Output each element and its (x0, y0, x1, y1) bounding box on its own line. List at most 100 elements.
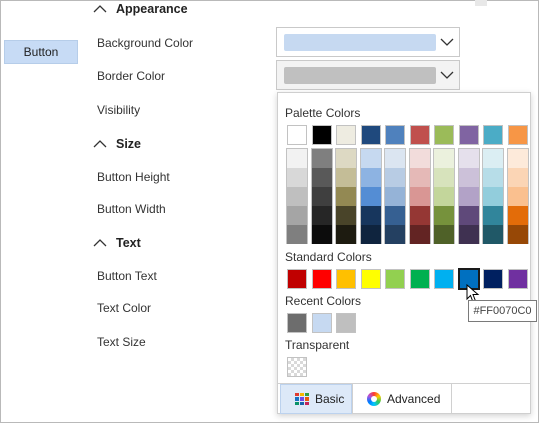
palette-color-swatch[interactable] (409, 125, 430, 145)
standard-color-swatch[interactable] (311, 269, 332, 289)
recent-color-swatch[interactable] (287, 313, 307, 333)
palette-shade-swatch[interactable] (360, 206, 381, 225)
property-text-color-label: Text Color (97, 301, 152, 315)
sidebar-button-label: Button (23, 45, 59, 59)
palette-shade-swatch[interactable] (458, 187, 479, 206)
palette-shade-swatch[interactable] (311, 225, 332, 244)
palette-shade-swatch[interactable] (385, 206, 405, 225)
palette-color-swatch[interactable] (360, 125, 381, 145)
scrollbar[interactable] (475, 0, 487, 6)
section-size-label: Size (116, 137, 142, 151)
tab-basic[interactable]: Basic (280, 384, 352, 414)
palette-shade-swatch[interactable] (287, 187, 307, 206)
palette-shade-swatch[interactable] (409, 149, 430, 168)
chevron-down-icon[interactable] (440, 37, 454, 47)
palette-shade-swatch[interactable] (434, 187, 454, 206)
palette-shade-swatch[interactable] (336, 149, 356, 168)
standard-color-swatch[interactable] (360, 269, 381, 289)
palette-shade-swatch[interactable] (507, 206, 528, 225)
property-button-text-label: Button Text (97, 269, 157, 283)
palette-shade-swatch[interactable] (409, 187, 430, 206)
palette-shade-swatch[interactable] (483, 149, 503, 168)
standard-colors-label: Standard Colors (285, 250, 372, 264)
palette-shade-swatch[interactable] (385, 225, 405, 244)
palette-color-swatch[interactable] (311, 125, 332, 145)
palette-shade-swatch[interactable] (507, 225, 528, 244)
palette-shade-swatch[interactable] (409, 168, 430, 187)
standard-color-swatch[interactable] (483, 269, 503, 289)
palette-shade-swatch[interactable] (311, 206, 332, 225)
chevron-up-icon (93, 5, 107, 13)
palette-shade-swatch[interactable] (287, 225, 307, 244)
section-text-header[interactable]: Text (92, 236, 141, 250)
palette-shade-swatch[interactable] (434, 168, 454, 187)
palette-shade-swatch[interactable] (458, 149, 479, 168)
palette-shade-swatch[interactable] (385, 149, 405, 168)
palette-colors-label: Palette Colors (285, 106, 361, 120)
background-color-swatch (284, 34, 436, 51)
palette-shade-swatch[interactable] (483, 168, 503, 187)
palette-shade-swatch[interactable] (336, 225, 356, 244)
palette-shade-swatch[interactable] (360, 149, 381, 168)
palette-shade-swatch[interactable] (409, 225, 430, 244)
standard-color-swatch[interactable] (336, 269, 356, 289)
recent-color-swatch[interactable] (336, 313, 356, 333)
standard-color-swatch[interactable] (434, 269, 454, 289)
palette-shade-swatch[interactable] (336, 187, 356, 206)
palette-shade-swatch[interactable] (336, 206, 356, 225)
palette-shade-swatch[interactable] (360, 168, 381, 187)
palette-shade-swatch[interactable] (507, 187, 528, 206)
palette-shade-swatch[interactable] (287, 206, 307, 225)
palette-color-swatch[interactable] (385, 125, 405, 145)
palette-color-swatch[interactable] (507, 125, 528, 145)
section-appearance-label: Appearance (116, 2, 188, 16)
palette-shade-swatch[interactable] (458, 168, 479, 187)
palette-shade-swatch[interactable] (434, 206, 454, 225)
sidebar-button-item[interactable]: Button (4, 40, 78, 64)
tab-advanced[interactable]: Advanced (352, 384, 452, 414)
recent-colors-label: Recent Colors (285, 294, 362, 308)
standard-color-swatch[interactable] (385, 269, 405, 289)
palette-shade-swatch[interactable] (483, 206, 503, 225)
recent-color-swatch[interactable] (311, 313, 332, 333)
palette-color-swatch[interactable] (287, 125, 307, 145)
transparent-swatch[interactable] (287, 357, 307, 377)
color-picker-popup: Palette Colors Standard Colors Recent Co… (277, 92, 531, 414)
palette-color-swatch[interactable] (483, 125, 503, 145)
palette-shade-swatch[interactable] (434, 225, 454, 244)
palette-color-swatch[interactable] (336, 125, 356, 145)
palette-shade-swatch[interactable] (336, 168, 356, 187)
palette-shade-swatch[interactable] (360, 187, 381, 206)
palette-shade-swatch[interactable] (311, 168, 332, 187)
section-text-label: Text (116, 236, 141, 250)
property-border-color-label: Border Color (97, 69, 166, 83)
palette-shade-swatch[interactable] (287, 168, 307, 187)
palette-shade-swatch[interactable] (287, 149, 307, 168)
standard-color-swatch[interactable] (507, 269, 528, 289)
palette-shade-swatch[interactable] (483, 187, 503, 206)
palette-shade-swatch[interactable] (385, 187, 405, 206)
palette-shade-swatch[interactable] (311, 187, 332, 206)
palette-shade-swatch[interactable] (360, 225, 381, 244)
palette-color-swatch[interactable] (458, 125, 479, 145)
palette-shade-swatch[interactable] (507, 149, 528, 168)
standard-color-swatch[interactable] (287, 269, 307, 289)
property-button-width-label: Button Width (97, 202, 166, 216)
palette-shade-swatch[interactable] (458, 225, 479, 244)
section-appearance-header[interactable]: Appearance (92, 2, 188, 16)
palette-shade-swatch[interactable] (434, 149, 454, 168)
palette-color-swatch[interactable] (434, 125, 454, 145)
section-size-header[interactable]: Size (92, 137, 141, 151)
transparent-label: Transparent (285, 338, 350, 352)
palette-shade-swatch[interactable] (507, 168, 528, 187)
palette-shade-swatch[interactable] (483, 225, 503, 244)
palette-shade-swatch[interactable] (311, 149, 332, 168)
border-color-combo[interactable] (276, 60, 460, 90)
palette-shade-swatch[interactable] (409, 206, 430, 225)
palette-shade-swatch[interactable] (385, 168, 405, 187)
palette-shade-swatch[interactable] (458, 206, 479, 225)
standard-color-swatch[interactable] (409, 269, 430, 289)
chevron-down-icon[interactable] (440, 70, 454, 80)
tab-advanced-label: Advanced (387, 391, 441, 406)
background-color-combo[interactable] (276, 27, 460, 57)
